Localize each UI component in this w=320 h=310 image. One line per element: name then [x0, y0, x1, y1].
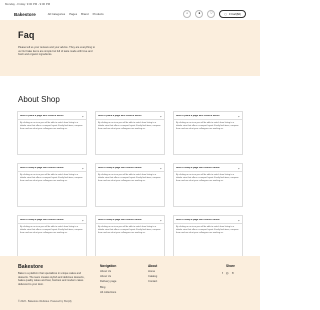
faq-card: How to place a page with custom fields? ⌄…: [17, 111, 87, 155]
faq-question-toggle[interactable]: How to place a page with custom fields? ⌄: [174, 112, 242, 120]
faq-question-toggle[interactable]: How to setup a page with custom fields? ⌄: [18, 164, 86, 172]
footer-about-title: About: [148, 264, 158, 268]
chevron-down-icon[interactable]: ⌄: [159, 166, 162, 170]
footer-copyright: © 2023 - Bakestore Websites. Powered by …: [18, 300, 72, 303]
faq-answer: By clicking on an icon you will be able …: [176, 174, 239, 183]
status-text: Monday - Friday: 9:00 PM - 9:00 PM: [5, 2, 51, 6]
brand-logo[interactable]: Bakestore: [14, 12, 36, 17]
nav-link-pages[interactable]: Pages: [69, 12, 77, 16]
faq-card: How to place a page with custom fields? ⌄…: [173, 111, 243, 155]
faq-card: How to setup a page with custom fields? ⌄…: [17, 215, 87, 259]
chevron-down-icon[interactable]: ⌄: [237, 114, 240, 118]
hero-banner: Faq Please tell us your reviews and your…: [0, 20, 260, 76]
nav-link-brand[interactable]: Brand: [81, 12, 88, 16]
footer-navigation-title: Navigation: [100, 264, 117, 268]
cart-button[interactable]: ▢ 0 Cart($0): [219, 10, 246, 18]
facebook-icon[interactable]: f: [222, 271, 223, 275]
faq-question: How to setup a page with custom fields?: [176, 218, 221, 221]
faq-card: How to setup a page with custom fields? ⌄…: [17, 163, 87, 207]
footer-description: Bake is a platform that specializes in u…: [18, 272, 85, 286]
chevron-down-icon[interactable]: ⌄: [237, 218, 240, 222]
faq-answer: By clicking on an icon you will be able …: [98, 174, 161, 183]
faq-question: How to setup a page with custom fields?: [20, 218, 65, 221]
chevron-down-icon[interactable]: ⌄: [237, 166, 240, 170]
nav-link-products[interactable]: Products: [93, 12, 104, 16]
faq-answer: By clicking on an icon you will be able …: [176, 226, 239, 235]
chevron-down-icon[interactable]: ⌄: [159, 218, 162, 222]
social-links: f ◎ ✕: [222, 271, 234, 275]
footer-nav-link[interactable]: All collections: [100, 291, 116, 294]
faq-answer: By clicking on an icon you will be able …: [20, 226, 83, 235]
section-title: About Shop: [18, 95, 60, 104]
footer: Bakestore Bake is a platform that specia…: [0, 256, 260, 310]
chevron-down-icon[interactable]: ⌄: [81, 218, 84, 222]
chevron-down-icon[interactable]: ⌄: [159, 114, 162, 118]
faq-question-toggle[interactable]: How to place a page with custom fields? ⌄: [18, 112, 86, 120]
footer-nav-link[interactable]: About Us: [100, 275, 116, 278]
faq-question: How to place a page with custom fields?: [176, 114, 221, 117]
instagram-icon[interactable]: ◎: [226, 271, 229, 275]
faq-answer: By clicking on an icon you will be able …: [20, 174, 83, 183]
chevron-down-icon[interactable]: ⌄: [81, 166, 84, 170]
footer-about-link[interactable]: Catalog: [148, 275, 157, 278]
footer-brand[interactable]: Bakestore: [18, 264, 43, 270]
faq-question-toggle[interactable]: How to setup a page with custom fields? ⌄: [174, 164, 242, 172]
faq-question-toggle[interactable]: How to setup a page with custom fields? ⌄: [96, 164, 164, 172]
footer-navigation: Navigation About Us About Us Delivery pa…: [100, 264, 116, 296]
faq-question-toggle[interactable]: How to setup a page with custom fields? ⌄: [174, 216, 242, 224]
faq-card: How to setup a page with custom fields? ⌄…: [173, 163, 243, 207]
nav-icons: ⌕ ● ♡ ▢ 0 Cart($0): [183, 10, 246, 18]
faq-question: How to place a page with custom fields?: [20, 114, 65, 117]
chevron-down-icon[interactable]: ⌄: [81, 114, 84, 118]
footer-nav-link[interactable]: About Us: [100, 270, 116, 273]
footer-about-link[interactable]: Home: [148, 270, 157, 273]
faq-answer: By clicking on an icon you will be able …: [176, 122, 239, 131]
faq-answer: By clicking on an icon you will be able …: [20, 122, 83, 131]
faq-question-toggle[interactable]: How to place a page with custom fields? ⌄: [96, 112, 164, 120]
faq-question-toggle[interactable]: How to setup a page with custom fields? ⌄: [18, 216, 86, 224]
faq-answer: By clicking on an icon you will be able …: [98, 226, 161, 235]
faq-question: How to setup a page with custom fields?: [20, 166, 65, 169]
footer-nav-link[interactable]: Blog: [100, 286, 116, 289]
faq-question: How to place a page with custom fields?: [98, 114, 143, 117]
faq-grid: How to place a page with custom fields? ⌄…: [17, 111, 243, 259]
user-icon[interactable]: ●: [195, 10, 204, 18]
footer-share-title: Share: [226, 264, 235, 268]
heart-icon[interactable]: ♡: [207, 10, 216, 18]
faq-question: How to setup a page with custom fields?: [98, 218, 143, 221]
search-icon[interactable]: ⌕: [183, 10, 192, 18]
cart-icon: ▢: [224, 13, 227, 16]
faq-card: How to setup a page with custom fields? ⌄…: [173, 215, 243, 259]
faq-question: How to setup a page with custom fields?: [176, 166, 221, 169]
cart-label: 0 Cart($0): [228, 12, 241, 16]
faq-card: How to setup a page with custom fields? ⌄…: [95, 215, 165, 259]
footer-about: About Home Catalog Contact: [148, 264, 157, 286]
faq-answer: By clicking on an icon you will be able …: [98, 122, 161, 131]
twitter-icon[interactable]: ✕: [231, 271, 234, 275]
faq-card: How to setup a page with custom fields? ⌄…: [95, 163, 165, 207]
faq-question: How to setup a page with custom fields?: [98, 166, 143, 169]
footer-nav-link[interactable]: Delivery page: [100, 280, 116, 283]
status-bar: Monday - Friday: 9:00 PM - 9:00 PM: [0, 0, 260, 8]
nav-links: All Categories Pages Brand Products: [48, 12, 104, 16]
footer-about-link[interactable]: Contact: [148, 280, 157, 283]
nav-link-categories[interactable]: All Categories: [48, 12, 65, 16]
faq-question-toggle[interactable]: How to setup a page with custom fields? ⌄: [96, 216, 164, 224]
page-title: Faq: [18, 30, 35, 40]
faq-card: How to place a page with custom fields? ⌄…: [95, 111, 165, 155]
hero-text: Please tell us your reviews and your adv…: [18, 46, 95, 57]
